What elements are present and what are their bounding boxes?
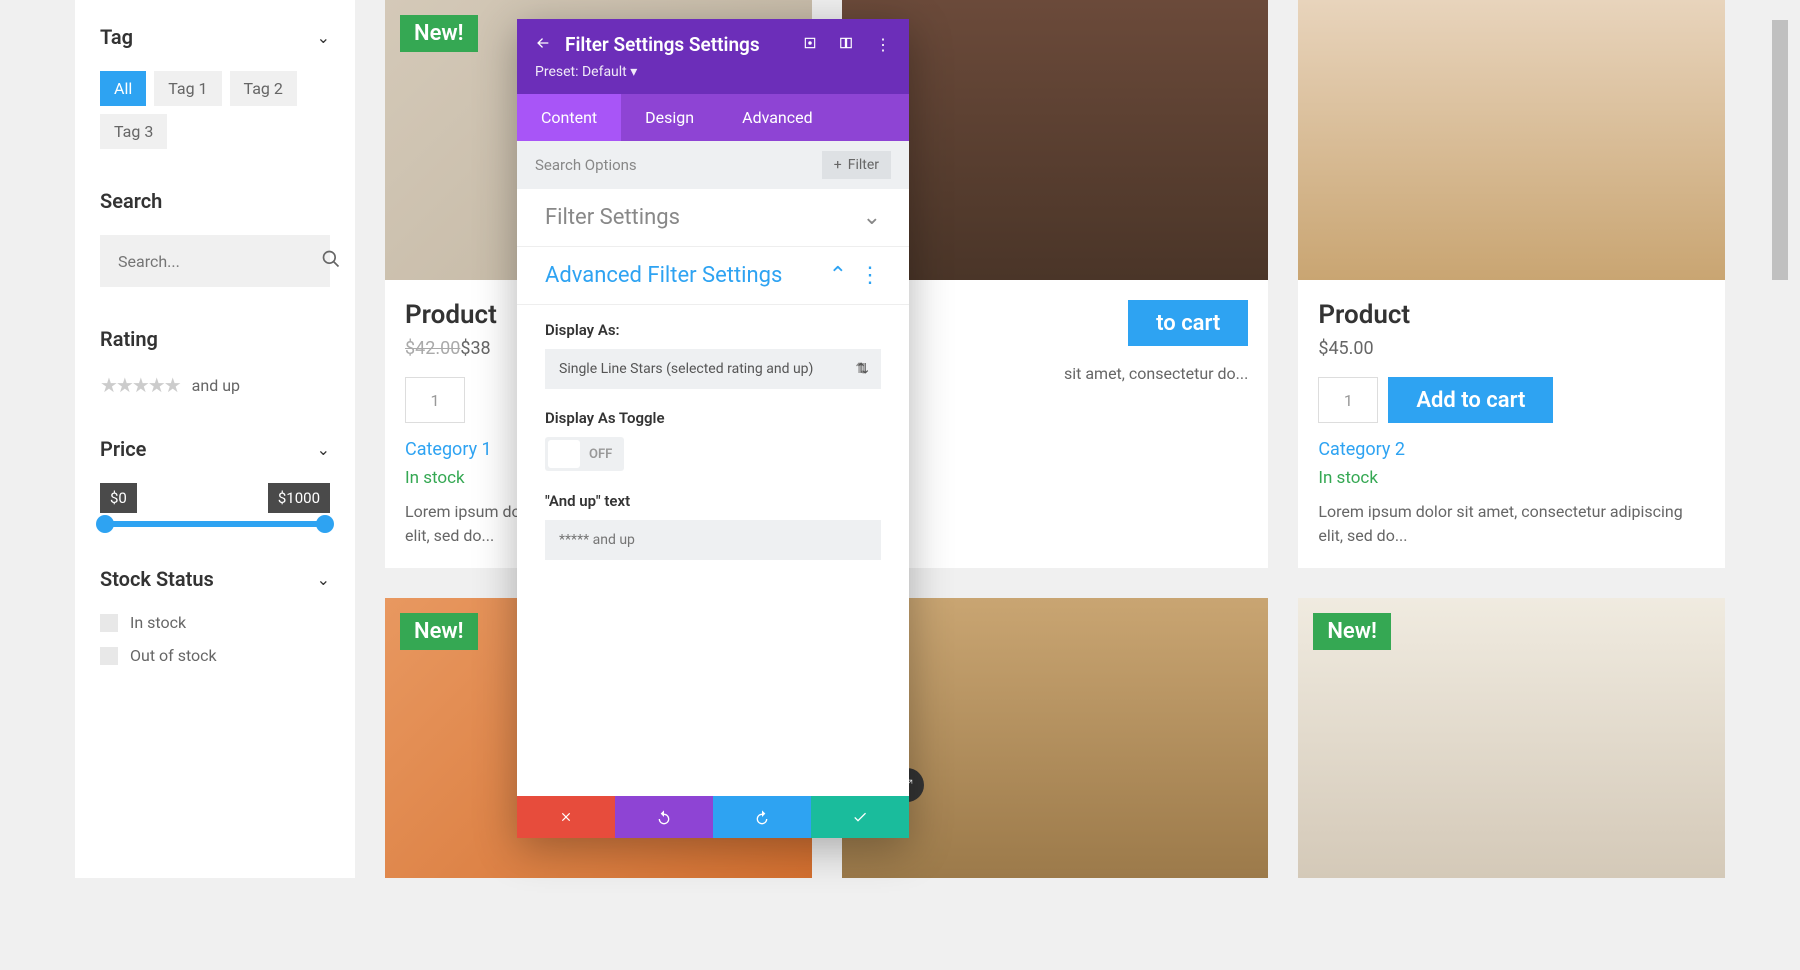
section-advanced-filter[interactable]: Advanced Filter Settings ⌃ ⋮ (545, 263, 881, 288)
new-badge: New! (400, 613, 478, 650)
rating-filter[interactable]: ★★★★★ and up (100, 373, 330, 397)
preset-selector[interactable]: Preset: Default ▾ (535, 64, 891, 80)
quantity-stepper[interactable] (405, 377, 465, 423)
andup-label: "And up" text (545, 492, 881, 510)
stock-status: In stock (1318, 468, 1705, 488)
tab-advanced[interactable]: Advanced (718, 94, 837, 141)
select-arrows-icon: ⇅ (855, 361, 867, 377)
chevron-down-icon[interactable]: ⌄ (317, 28, 330, 47)
new-badge: New! (1313, 613, 1391, 650)
stock-in[interactable]: In stock (100, 613, 330, 632)
back-icon[interactable] (535, 35, 551, 55)
chevron-down-icon[interactable]: ⌄ (317, 440, 330, 459)
price: $45.00 (1318, 338, 1705, 359)
save-button[interactable] (811, 796, 909, 838)
search-icon[interactable] (321, 249, 341, 273)
tag-title: Tag (100, 25, 133, 49)
price-max: $1000 (268, 483, 330, 513)
price-slider[interactable] (100, 521, 330, 527)
redo-button[interactable] (713, 796, 811, 838)
slider-handle-max[interactable] (316, 515, 334, 533)
filter-button[interactable]: +Filter (822, 151, 891, 179)
chevron-down-icon: ⌄ (863, 205, 881, 230)
price-min: $0 (100, 483, 137, 513)
undo-button[interactable] (615, 796, 713, 838)
chevron-down-icon[interactable]: ⌄ (317, 570, 330, 589)
panel-title: Filter Settings Settings (565, 33, 789, 56)
tag-3[interactable]: Tag 3 (100, 114, 167, 149)
product-image[interactable] (1298, 0, 1725, 280)
star-icon: ★★★★★ (100, 373, 180, 397)
stock-out[interactable]: Out of stock (100, 646, 330, 665)
search-input[interactable] (118, 252, 321, 271)
search-title: Search (100, 189, 162, 213)
section-filter-settings[interactable]: Filter Settings ⌄ (545, 205, 881, 230)
fullscreen-icon[interactable] (803, 35, 817, 54)
tag-all[interactable]: All (100, 71, 146, 106)
product-card: New! (1298, 598, 1725, 878)
search-options[interactable]: Search Options (535, 156, 822, 174)
old-price: $42.00 (405, 338, 460, 359)
checkbox-icon[interactable] (100, 614, 118, 632)
rating-title: Rating (100, 327, 158, 351)
product-desc: sit amet, consectetur do... (862, 362, 1249, 386)
tag-2[interactable]: Tag 2 (230, 71, 297, 106)
display-as-label: Display As: (545, 321, 881, 339)
slider-handle-min[interactable] (96, 515, 114, 533)
toggle-label: Display As Toggle (545, 409, 881, 427)
quantity-stepper[interactable] (1318, 377, 1378, 423)
product-image[interactable]: New! (1298, 598, 1725, 878)
more-icon[interactable]: ⋮ (859, 263, 881, 288)
settings-panel: Filter Settings Settings ⋮ Preset: Defau… (517, 19, 909, 838)
price-title: Price (100, 437, 146, 461)
product-card: Product $45.00 Add to cart Category 2 In… (1298, 0, 1725, 568)
add-to-cart-button[interactable]: to cart (1128, 300, 1248, 346)
new-badge: New! (400, 15, 478, 52)
columns-icon[interactable] (839, 35, 853, 54)
price: $38 (460, 338, 490, 359)
plus-icon: + (834, 157, 842, 173)
chevron-up-icon: ⌃ (829, 263, 847, 288)
andup-input[interactable] (545, 520, 881, 560)
sidebar: Tag ⌄ All Tag 1 Tag 2 Tag 3 Search Ratin… (75, 0, 355, 878)
checkbox-icon[interactable] (100, 647, 118, 665)
display-toggle[interactable]: OFF (545, 437, 624, 471)
tab-content[interactable]: Content (517, 94, 621, 141)
rating-text: and up (192, 376, 240, 395)
display-as-select[interactable]: Single Line Stars (selected rating and u… (545, 349, 881, 389)
tag-1[interactable]: Tag 1 (154, 71, 221, 106)
product-desc: Lorem ipsum dolor sit amet, consectetur … (1318, 500, 1705, 548)
cancel-button[interactable] (517, 796, 615, 838)
more-icon[interactable]: ⋮ (875, 35, 891, 54)
stock-title: Stock Status (100, 567, 214, 591)
add-to-cart-button[interactable]: Add to cart (1388, 377, 1553, 423)
scrollbar-thumb[interactable] (1772, 20, 1788, 280)
tab-design[interactable]: Design (621, 94, 718, 141)
category-link[interactable]: Category 2 (1318, 439, 1705, 460)
product-title[interactable]: Product (1318, 300, 1705, 330)
